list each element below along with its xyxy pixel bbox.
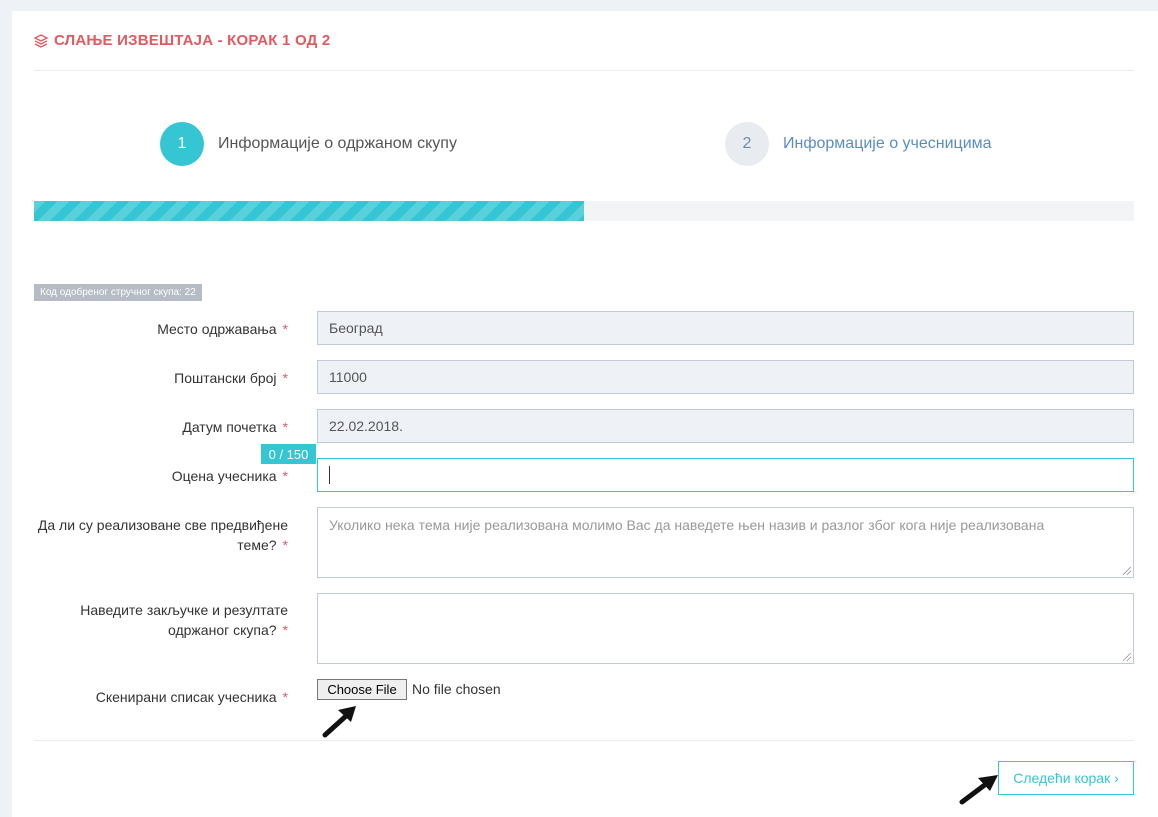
postal-value: 11000 (329, 369, 367, 385)
scanned-list-label: Скенирани списак учесника * (32, 687, 288, 707)
required-mark: * (282, 370, 288, 386)
progress-fill (34, 201, 584, 221)
arrow-pointer-icon (322, 706, 356, 738)
portlet-header: СЛАЊЕ ИЗВЕШТАЈА - КОРАК 1 ОД 2 (34, 11, 1134, 71)
conclusions-label-text: Наведите закључке и резултате одржаног с… (80, 602, 288, 638)
layers-icon (34, 33, 48, 48)
required-mark: * (282, 689, 288, 705)
step-1[interactable]: 1 Информације о одржаном скупу (160, 122, 457, 166)
wizard-progress-bar (34, 201, 1134, 221)
topics-placeholder: Уколико нека тема није реализована молим… (329, 517, 1045, 533)
scanned-list-label-text: Скенирани списак учесника (95, 689, 277, 705)
page-title: СЛАЊЕ ИЗВЕШТАЈА - КОРАК 1 ОД 2 (54, 32, 331, 49)
step-2[interactable]: 2 Информације о учесницима (725, 122, 992, 166)
arrow-pointer-icon (959, 775, 998, 805)
required-mark: * (282, 622, 288, 638)
rating-label-text: Оцена учесника (171, 468, 277, 484)
text-caret (329, 466, 330, 484)
step-number: 1 (160, 122, 204, 166)
file-status: No file chosen (412, 681, 501, 697)
location-label: Место одржавања * (32, 319, 288, 339)
location-label-text: Место одржавања (157, 321, 277, 337)
postal-label: Поштански број * (32, 368, 288, 388)
postal-field[interactable]: 11000 (317, 360, 1134, 394)
form-divider (34, 740, 1134, 741)
report-portlet: СЛАЊЕ ИЗВЕШТАЈА - КОРАК 1 ОД 2 1 Информа… (12, 11, 1158, 817)
location-value: Београд (329, 320, 383, 336)
required-mark: * (282, 468, 288, 484)
topics-textarea[interactable]: Уколико нека тема није реализована молим… (317, 507, 1134, 578)
conclusions-label: Наведите закључке и резултате одржаног с… (32, 600, 288, 640)
resize-handle-icon[interactable] (1123, 653, 1131, 661)
required-mark: * (282, 419, 288, 435)
required-mark: * (282, 321, 288, 337)
location-field[interactable]: Београд (317, 311, 1134, 345)
step-number: 2 (725, 122, 769, 166)
required-mark: * (282, 537, 288, 553)
choose-file-button[interactable]: Choose File (317, 679, 407, 700)
char-counter: 0 / 150 (261, 444, 316, 464)
step-label: Информације о одржаном скупу (218, 135, 457, 152)
approved-code-badge: Код одобреног стручног скупа: 22 (34, 284, 202, 301)
conclusions-textarea[interactable] (317, 593, 1134, 664)
start-date-label: Датум почетка * (32, 417, 288, 437)
start-date-field[interactable]: 22.02.2018. (317, 409, 1134, 443)
rating-input[interactable] (317, 458, 1134, 492)
topics-label: Да ли су реализоване све предвиђене теме… (32, 515, 288, 555)
start-date-label-text: Датум почетка (182, 419, 277, 435)
rating-label: Оцена учесника * (32, 466, 288, 486)
postal-label-text: Поштански број (174, 370, 277, 386)
step-label: Информације о учесницима (783, 135, 992, 152)
start-date-value: 22.02.2018. (329, 418, 403, 434)
resize-handle-icon[interactable] (1123, 567, 1131, 575)
topics-label-text: Да ли су реализоване све предвиђене теме… (37, 517, 288, 553)
next-step-button[interactable]: Следећи корак › (998, 761, 1134, 795)
